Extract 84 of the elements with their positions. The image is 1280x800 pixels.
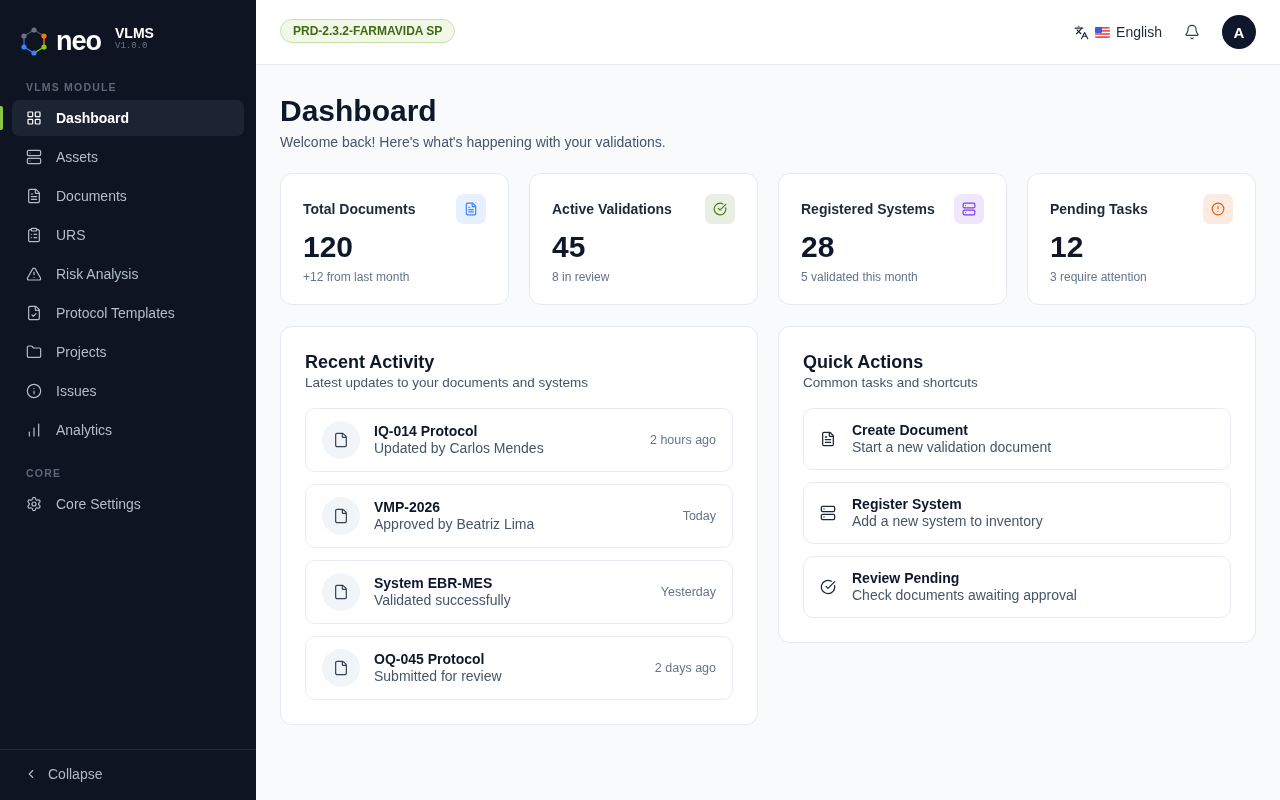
language-selector[interactable]: English	[1074, 24, 1162, 40]
file-icon	[322, 573, 360, 611]
nav-item[interactable]: URS	[12, 217, 244, 253]
stat-title: Total Documents	[303, 201, 416, 217]
stat-value: 12	[1050, 230, 1084, 264]
flag-icon	[1095, 26, 1111, 38]
activity-title: System EBR-MES	[374, 575, 493, 592]
activity-title: OQ-045 Protocol	[374, 651, 485, 668]
section-label: VLMS MODULE	[25, 80, 118, 94]
stat-value: 45	[552, 230, 586, 264]
logo-icon	[20, 26, 48, 57]
action-description: Start a new validation document	[852, 439, 1052, 456]
product-name: VLMS	[115, 25, 154, 41]
stat-note: 5 validated this month	[801, 270, 918, 284]
activity-detail: Submitted for review	[374, 668, 502, 685]
action-description: Add a new system to inventory	[852, 513, 1043, 530]
nav-item[interactable]: Risk Analysis	[12, 256, 244, 292]
nav-item[interactable]: Core Settings	[12, 486, 244, 522]
activity-item[interactable]: VMP-2026 Approved by Beatriz Lima Today	[305, 484, 733, 548]
quick-action-button[interactable]: Create Document Start a new validation document	[803, 408, 1231, 470]
info-icon	[26, 383, 42, 399]
folder-icon	[26, 344, 42, 360]
nav-item[interactable]: Protocol Templates	[12, 295, 244, 331]
translate-icon	[1074, 24, 1090, 40]
action-title: Create Document	[852, 422, 968, 439]
page-title: Dashboard	[280, 93, 437, 129]
activity-title: IQ-014 Protocol	[374, 423, 478, 440]
warning-icon	[26, 266, 42, 282]
activity-item[interactable]: OQ-045 Protocol Submitted for review 2 days ago	[305, 636, 733, 700]
action-description: Check documents awaiting approval	[852, 587, 1077, 604]
nav-item[interactable]: Assets	[12, 139, 244, 175]
panel-subtitle: Latest updates to your documents and systems	[305, 374, 588, 392]
activity-detail: Approved by Beatriz Lima	[374, 516, 535, 533]
environment-badge: PRD-2.3.2-FARMAVIDA SP	[280, 19, 456, 43]
notifications-button[interactable]	[1184, 24, 1200, 40]
nav-item[interactable]: Projects	[12, 334, 244, 370]
stat-value: 28	[801, 230, 835, 264]
activity-time: Yesterday	[660, 585, 716, 599]
bar-chart-icon	[26, 422, 42, 438]
version-label: V1.0.0	[115, 41, 149, 52]
check-circle-icon	[820, 579, 836, 595]
activity-time: 2 hours ago	[649, 433, 716, 447]
activity-time: 2 days ago	[654, 661, 716, 675]
file-icon	[322, 649, 360, 687]
nav-item[interactable]: Issues	[12, 373, 244, 409]
activity-detail: Updated by Carlos Mendes	[374, 440, 544, 457]
stat-value: 120	[303, 230, 354, 264]
action-title: Review Pending	[852, 570, 960, 587]
bell-icon	[1184, 24, 1200, 40]
action-title: Register System	[852, 496, 962, 513]
stat-note: +12 from last month	[303, 270, 410, 284]
grid-icon	[26, 110, 42, 126]
collapse-button[interactable]: Collapse	[16, 762, 111, 786]
quick-action-button[interactable]: Register System Add a new system to inventory	[803, 482, 1231, 544]
activity-item[interactable]: System EBR-MES Validated successfully Yesterday	[305, 560, 733, 624]
stat-title: Active Validations	[552, 201, 672, 217]
stat-title: Registered Systems	[801, 201, 935, 217]
clipboard-icon	[26, 227, 42, 243]
stat-title: Pending Tasks	[1050, 201, 1148, 217]
active-indicator	[0, 106, 3, 130]
file-icon	[322, 497, 360, 535]
activity-detail: Validated successfully	[374, 592, 511, 609]
quick-action-button[interactable]: Review Pending Check documents awaiting approval	[803, 556, 1231, 618]
document-check-icon	[26, 305, 42, 321]
panel-subtitle: Common tasks and shortcuts	[803, 374, 978, 392]
document-icon	[26, 188, 42, 204]
panel-title: Recent Activity	[305, 351, 435, 373]
panel-title: Quick Actions	[803, 351, 924, 373]
server-icon	[26, 149, 42, 165]
activity-title: VMP-2026	[374, 499, 441, 516]
document-icon	[820, 431, 836, 447]
stat-note: 3 require attention	[1050, 270, 1147, 284]
user-avatar[interactable]: A	[1222, 15, 1256, 49]
section-label: CORE	[25, 466, 63, 480]
stat-note: 8 in review	[552, 270, 610, 284]
server-icon	[820, 505, 836, 521]
activity-time: Today	[682, 509, 716, 523]
nav-item[interactable]: Analytics	[12, 412, 244, 448]
file-icon	[322, 421, 360, 459]
settings-icon	[26, 496, 42, 512]
activity-item[interactable]: IQ-014 Protocol Updated by Carlos Mendes 2 hours ago	[305, 408, 733, 472]
nav-item[interactable]: Documents	[12, 178, 244, 214]
page-subtitle: Welcome back! Here's what's happening with your validations.	[280, 133, 666, 151]
brand-name: neo	[56, 28, 101, 55]
